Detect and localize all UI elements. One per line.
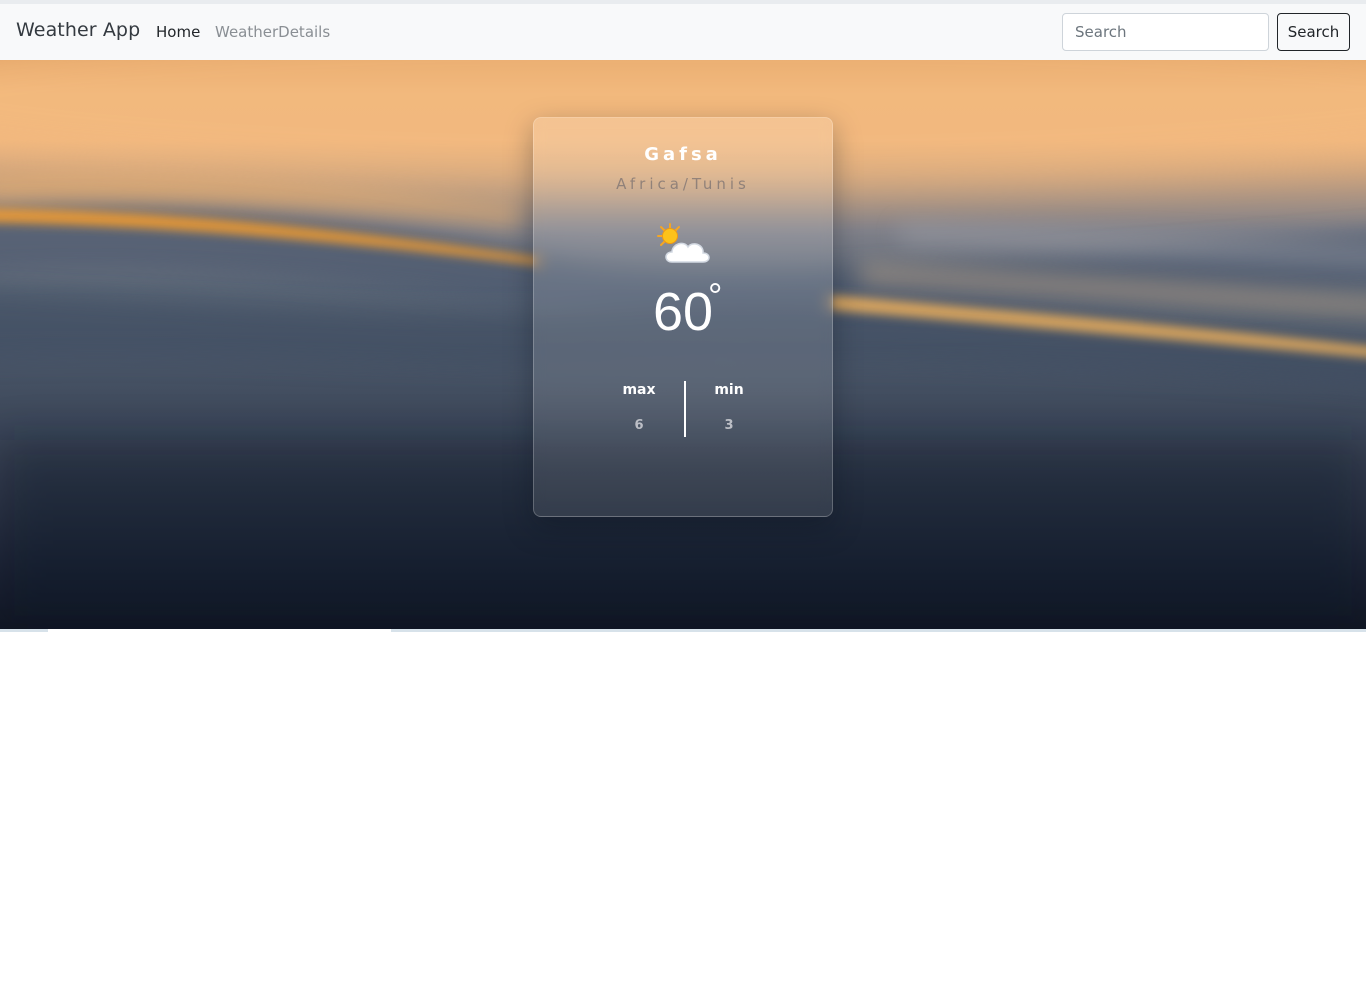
- navbar: Weather App Home WeatherDetails Search: [0, 4, 1366, 60]
- search-input[interactable]: [1062, 13, 1269, 51]
- stat-divider: [684, 381, 686, 437]
- nav-link-home[interactable]: Home: [156, 23, 200, 41]
- max-value: 6: [634, 418, 644, 433]
- max-label: max: [622, 382, 656, 398]
- search-button[interactable]: Search: [1277, 13, 1350, 51]
- hero-bottom-gap: [48, 629, 391, 632]
- timezone-label: Africa/Tunis: [616, 175, 750, 193]
- weather-card: Gafsa Africa/Tunis 60 ° max 6 min 3: [533, 117, 833, 517]
- temperature-value: 60: [652, 282, 714, 342]
- city-name: Gafsa: [644, 144, 722, 165]
- partly-cloudy-icon: [657, 223, 710, 263]
- degree-symbol: °: [708, 275, 723, 316]
- brand-link[interactable]: Weather App: [16, 19, 140, 41]
- min-label: min: [714, 382, 744, 398]
- nav-link-weather-details[interactable]: WeatherDetails: [215, 23, 330, 41]
- min-value: 3: [724, 418, 734, 433]
